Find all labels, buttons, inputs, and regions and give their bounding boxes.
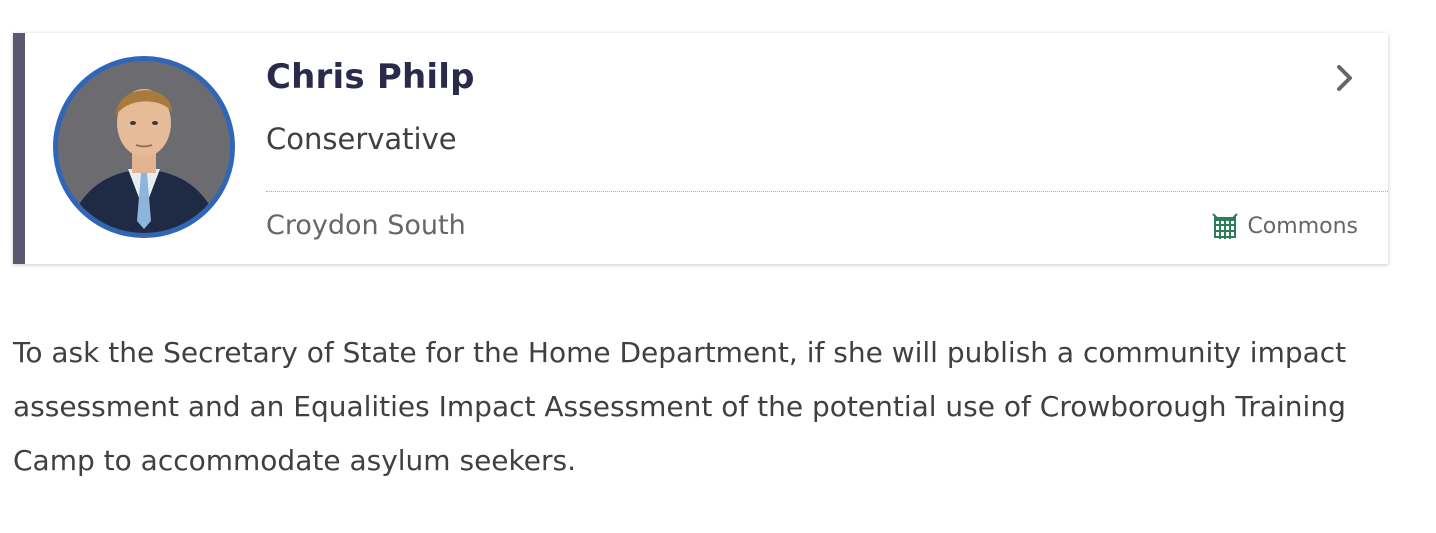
card-divider [266,191,1388,192]
member-constituency: Croydon South [266,210,466,241]
house-label: Commons [1247,213,1358,239]
member-avatar [53,56,235,238]
portcullis-icon [1212,213,1239,239]
member-party: Conservative [266,122,457,156]
member-card[interactable]: Chris Philp Conservative Croydon South C… [13,33,1388,264]
member-portrait [58,61,230,233]
chevron-right-icon[interactable] [1332,61,1358,95]
question-text: To ask the Secretary of State for the Ho… [13,336,1347,477]
house-indicator: Commons [1211,211,1358,241]
member-name: Chris Philp [266,57,475,97]
